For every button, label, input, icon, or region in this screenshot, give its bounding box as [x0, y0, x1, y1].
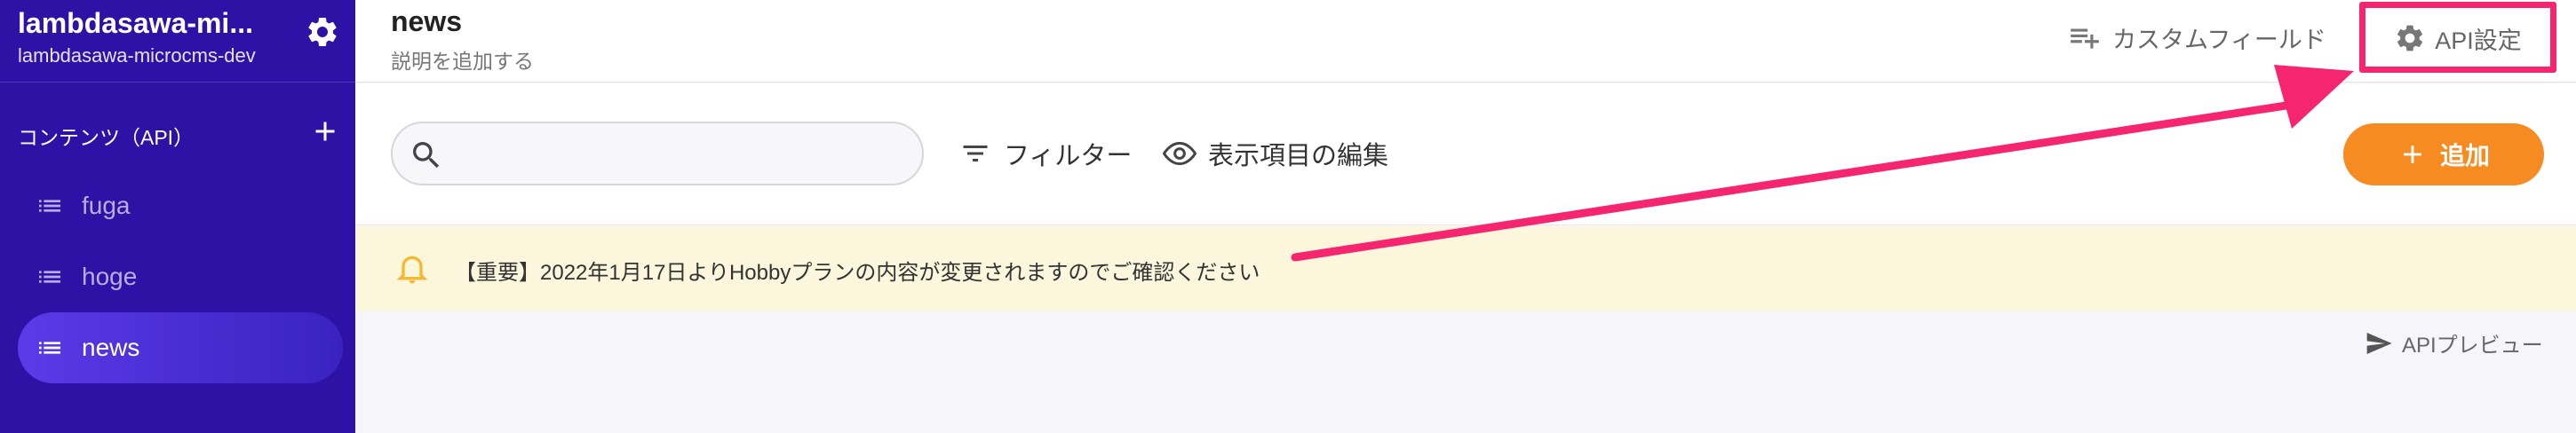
sidebar-item-fuga[interactable]: fuga: [18, 170, 343, 241]
content-area: APIプレビュー: [355, 311, 2576, 433]
service-name[interactable]: lambdasawa-mi...: [18, 7, 284, 40]
filter-icon: [963, 146, 988, 161]
plus-icon[interactable]: [309, 115, 341, 147]
sidebar-item-label: fuga: [82, 192, 131, 219]
custom-field-label: カスタムフィールド: [2112, 26, 2326, 53]
list-icon: [39, 200, 60, 212]
annotation-highlight-box: [2359, 2, 2556, 73]
edit-columns-label: 表示項目の編集: [1208, 142, 1389, 170]
list-icon: [39, 271, 60, 283]
page-title: news: [391, 5, 463, 37]
add-label: 追加: [2439, 142, 2490, 169]
playlist-add-icon: [2071, 28, 2099, 49]
sidebar-item-label: hoge: [82, 263, 138, 290]
search-icon: [413, 142, 440, 169]
sidebar-item-news[interactable]: news: [18, 312, 343, 383]
notice-text[interactable]: 【重要】2022年1月17日よりHobbyプランの内容が変更されますのでご確認く…: [455, 255, 1260, 286]
send-icon: [2366, 332, 2392, 354]
page-header: news 説明を追加する カスタムフィールド API設定: [355, 0, 2576, 83]
api-preview-button[interactable]: APIプレビュー: [2365, 327, 2543, 358]
api-preview-label: APIプレビュー: [2402, 334, 2543, 358]
plus-icon: [2404, 146, 2421, 163]
service-id: lambdasawa-microcms-dev: [18, 44, 256, 67]
service-header: lambdasawa-mi... lambdasawa-microcms-dev: [0, 0, 355, 83]
contents-section-label: コンテンツ（API）: [18, 126, 195, 149]
custom-field-button[interactable]: カスタムフィールド: [2068, 20, 2326, 55]
gear-icon[interactable]: [305, 14, 340, 50]
list-icon: [39, 342, 60, 354]
sidebar: lambdasawa-mi... lambdasawa-microcms-dev…: [0, 0, 355, 433]
filter-label: フィルター: [1004, 142, 1133, 170]
eye-icon: [1162, 141, 1197, 166]
search-input[interactable]: [391, 122, 924, 185]
sidebar-item-label: news: [82, 334, 140, 361]
toolbar: フィルター 表示項目の編集 追加: [355, 83, 2576, 225]
add-description-link[interactable]: 説明を追加する: [391, 44, 534, 75]
filter-button[interactable]: フィルター: [959, 135, 1132, 172]
notice-banner: 【重要】2022年1月17日よりHobbyプランの内容が変更されますのでご確認く…: [355, 226, 2576, 311]
sidebar-item-hoge[interactable]: hoge: [18, 241, 343, 312]
bell-icon: [396, 256, 428, 284]
add-button[interactable]: 追加: [2343, 123, 2544, 185]
edit-columns-button[interactable]: 表示項目の編集: [1162, 135, 1388, 172]
